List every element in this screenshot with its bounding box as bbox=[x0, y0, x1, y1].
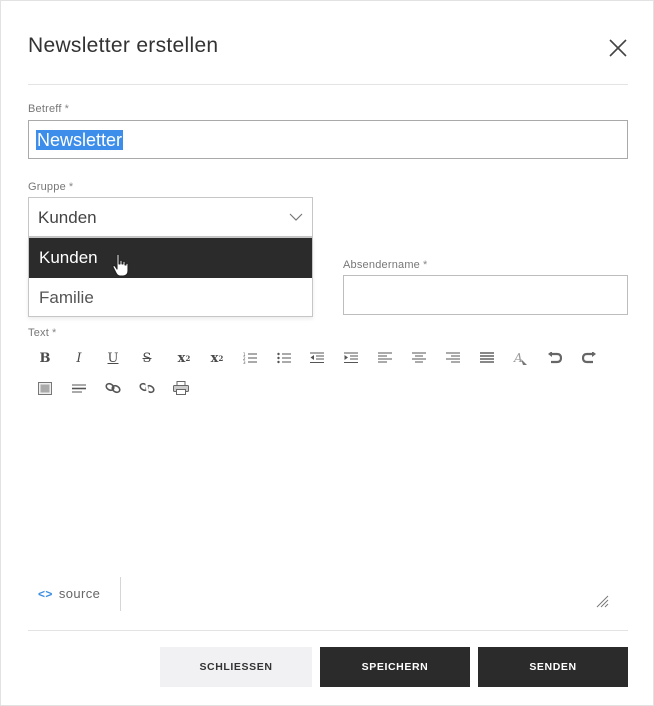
print-icon[interactable] bbox=[168, 376, 194, 400]
sender-name-input[interactable] bbox=[343, 275, 628, 315]
newsletter-dialog: Newsletter erstellen Betreff * Newsletter… bbox=[0, 0, 654, 706]
text-label: Text * bbox=[28, 327, 57, 339]
align-center-icon[interactable] bbox=[406, 346, 432, 370]
image-icon[interactable] bbox=[32, 376, 58, 400]
align-left-icon[interactable] bbox=[372, 346, 398, 370]
align-right-icon[interactable] bbox=[440, 346, 466, 370]
resize-handle-icon[interactable] bbox=[595, 594, 609, 608]
source-label: source bbox=[58, 586, 101, 601]
sender-label: Absendername * bbox=[343, 259, 428, 271]
source-separator bbox=[120, 577, 121, 611]
indent-icon[interactable] bbox=[338, 346, 364, 370]
outdent-icon[interactable] bbox=[304, 346, 330, 370]
ordered-list-icon[interactable]: 123 bbox=[237, 346, 263, 370]
link-icon[interactable] bbox=[100, 376, 126, 400]
subject-value: Newsletter bbox=[36, 130, 124, 150]
text-editor-area[interactable] bbox=[28, 406, 628, 576]
close-icon[interactable] bbox=[607, 37, 629, 59]
header-divider bbox=[28, 84, 628, 85]
group-select[interactable]: Kunden bbox=[28, 197, 313, 237]
dropdown-option-familie[interactable]: Familie bbox=[29, 278, 312, 318]
svg-text:3: 3 bbox=[243, 360, 246, 364]
footer-divider bbox=[28, 630, 628, 631]
code-icon: <> bbox=[38, 587, 53, 601]
subscript-icon[interactable]: x2 bbox=[171, 346, 197, 370]
source-toggle-button[interactable]: <> source bbox=[38, 586, 100, 601]
send-button[interactable]: SENDEN bbox=[478, 647, 628, 687]
horizontal-rule-icon[interactable] bbox=[66, 376, 92, 400]
editor-footer: <> source bbox=[28, 577, 628, 611]
subject-label: Betreff * bbox=[28, 103, 70, 115]
unlink-icon[interactable] bbox=[134, 376, 160, 400]
group-dropdown: Kunden Familie bbox=[28, 237, 313, 317]
close-button[interactable]: SCHLIESSEN bbox=[160, 647, 312, 687]
superscript-icon[interactable]: x2 bbox=[204, 346, 230, 370]
chevron-down-icon bbox=[289, 213, 303, 221]
underline-icon[interactable]: U bbox=[100, 346, 126, 370]
group-select-value: Kunden bbox=[38, 208, 97, 227]
save-button[interactable]: SPEICHERN bbox=[320, 647, 470, 687]
dialog-title: Newsletter erstellen bbox=[28, 34, 219, 57]
strikethrough-icon[interactable]: S bbox=[134, 346, 160, 370]
remove-format-icon[interactable]: A bbox=[508, 346, 534, 370]
italic-icon[interactable]: I bbox=[66, 346, 92, 370]
svg-text:A: A bbox=[513, 351, 523, 365]
bold-icon[interactable]: B bbox=[32, 346, 58, 370]
redo-icon[interactable] bbox=[576, 346, 602, 370]
unordered-list-icon[interactable] bbox=[271, 346, 297, 370]
hand-cursor-icon bbox=[112, 253, 129, 277]
undo-icon[interactable] bbox=[542, 346, 568, 370]
justify-icon[interactable] bbox=[474, 346, 500, 370]
subject-input[interactable]: Newsletter bbox=[28, 120, 628, 159]
dropdown-option-kunden[interactable]: Kunden bbox=[29, 238, 312, 278]
group-label: Gruppe * bbox=[28, 181, 74, 193]
